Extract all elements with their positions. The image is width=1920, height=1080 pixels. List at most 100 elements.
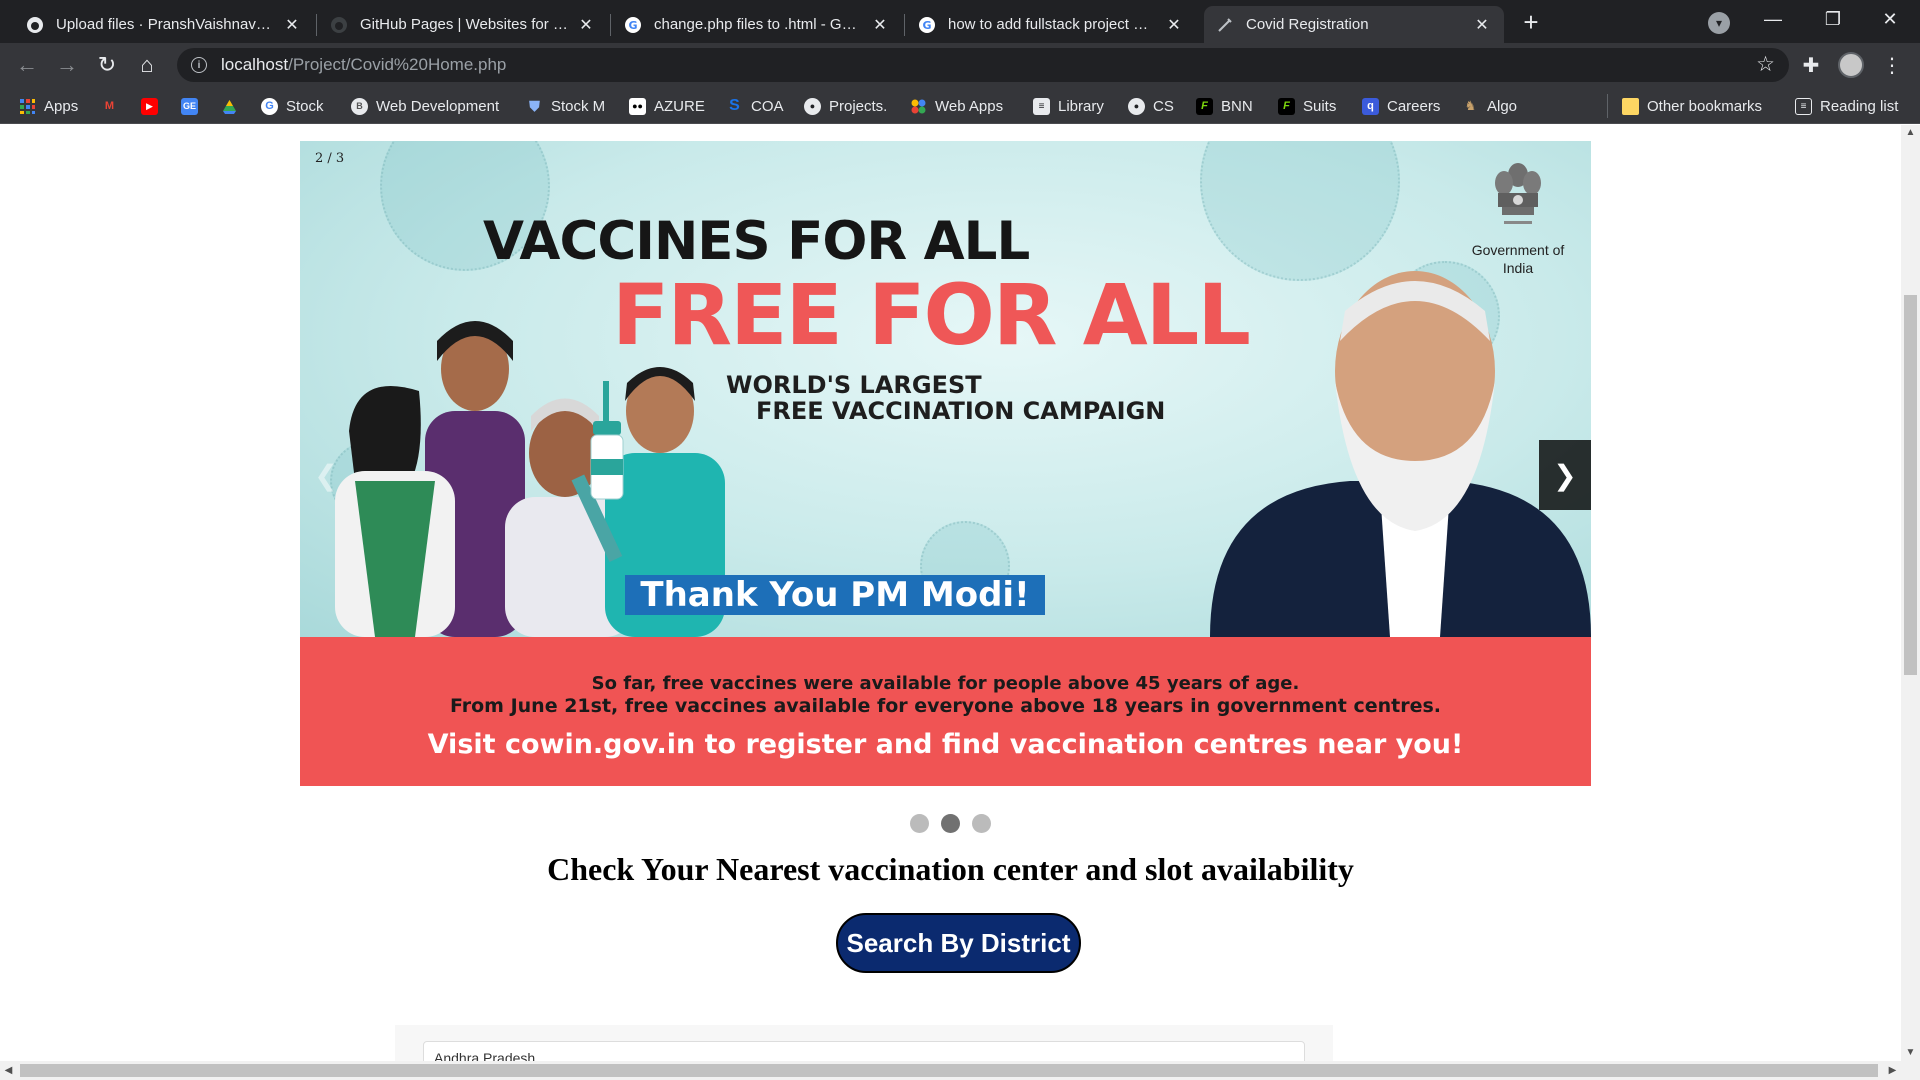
google-icon: G <box>624 16 642 34</box>
bookmark-label: Suits <box>1303 97 1337 115</box>
bookmark-drive[interactable] <box>221 95 246 117</box>
bookmark-web-apps[interactable]: Web Apps <box>910 95 1003 117</box>
address-url[interactable]: localhost/Project/Covid%20Home.php <box>221 55 506 75</box>
tab-covid-registration[interactable]: Covid Registration ✕ <box>1204 6 1504 43</box>
extensions-puzzle-icon[interactable]: ✚ <box>1799 53 1823 77</box>
thank-you-banner: Thank You PM Modi! <box>625 575 1045 615</box>
forward-button[interactable]: → <box>53 51 81 79</box>
bookmark-label: Library <box>1058 97 1104 115</box>
bookmark-suits[interactable]: F Suits <box>1278 95 1336 117</box>
algo-icon: ♞ <box>1464 98 1477 113</box>
close-window-button[interactable]: ✕ <box>1862 0 1918 38</box>
s-logo-icon: S <box>729 97 740 114</box>
bookmark-gmail[interactable]: M <box>101 95 126 117</box>
tab-title: Covid Registration <box>1246 16 1369 33</box>
f-logo-icon: F <box>1278 97 1295 115</box>
bookmark-label: Other bookmarks <box>1647 97 1763 115</box>
reload-button[interactable]: ↻ <box>93 51 121 79</box>
scroll-down-arrow-icon[interactable]: ▼ <box>1901 1045 1920 1061</box>
bookmark-azure[interactable]: ●● AZURE <box>629 95 705 117</box>
scroll-left-arrow-icon[interactable]: ◀ <box>0 1061 17 1080</box>
scroll-right-arrow-icon[interactable]: ▶ <box>1884 1061 1901 1080</box>
close-icon[interactable]: ✕ <box>1472 15 1492 35</box>
tab-change-php[interactable]: G change.php files to .html - Googl ✕ <box>612 6 902 43</box>
bookmark-stock-m[interactable]: ⛊ Stock M <box>526 95 605 117</box>
next-slide-button[interactable]: ❯ <box>1539 440 1591 510</box>
folder-icon <box>1622 97 1639 115</box>
bookmark-label: Careers <box>1387 97 1441 115</box>
vertical-scroll-thumb[interactable] <box>1904 295 1917 675</box>
bookmark-label: BNN <box>1221 97 1253 115</box>
tab-upload-files[interactable]: Upload files · PranshVaishnav/Co ✕ <box>14 6 314 43</box>
search-by-district-button[interactable]: Search By District <box>836 913 1081 973</box>
bookmark-projects[interactable]: ● Projects. <box>804 95 887 117</box>
slide-info-banner: So far, free vaccines were available for… <box>300 637 1591 786</box>
bookmark-apps[interactable]: Apps <box>19 95 78 117</box>
info-line-3: Visit cowin.gov.in to register and find … <box>427 729 1464 760</box>
bookmark-careers[interactable]: q Careers <box>1362 95 1440 117</box>
bookmark-label: Web Development <box>376 97 500 115</box>
github-icon: ● <box>1128 97 1145 115</box>
bookmark-star-icon[interactable]: ☆ <box>1756 52 1775 77</box>
close-icon[interactable]: ✕ <box>1164 15 1184 35</box>
national-emblem-icon <box>1495 163 1541 224</box>
horizontal-scroll-thumb[interactable] <box>20 1064 1878 1077</box>
slideshow: 2 / 3 VACCINES FOR ALL FREE FOR ALL WORL… <box>300 141 1591 786</box>
site-info-icon[interactable]: i <box>191 57 207 73</box>
profile-avatar[interactable] <box>1838 52 1864 78</box>
vaccine-vial-illustration <box>590 381 624 500</box>
menu-kebab-icon[interactable]: ⋮ <box>1880 53 1904 77</box>
tab-search-icon[interactable]: ▾ <box>1708 12 1730 34</box>
prev-slide-button[interactable]: ❮ <box>300 440 352 510</box>
horizontal-scrollbar[interactable]: ◀ ▶ <box>0 1061 1920 1080</box>
bookmark-coa[interactable]: S COA <box>726 95 784 117</box>
address-bar[interactable]: i localhost/Project/Covid%20Home.php ☆ <box>177 48 1789 82</box>
minimize-button[interactable]: — <box>1745 0 1801 38</box>
vertical-scrollbar[interactable]: ▲ ▼ <box>1901 125 1920 1061</box>
home-button[interactable]: ⌂ <box>133 51 161 79</box>
library-icon: ≡ <box>1033 97 1050 115</box>
slide-dot-2[interactable] <box>941 814 960 833</box>
bookmark-library[interactable]: ≡ Library <box>1033 95 1104 117</box>
bookmark-web-development[interactable]: B Web Development <box>351 95 499 117</box>
medium-icon: ●● <box>629 97 646 115</box>
bookmark-bnn[interactable]: F BNN <box>1196 95 1253 117</box>
tab-title: change.php files to .html - Googl <box>654 16 862 33</box>
google-icon: G <box>261 97 278 115</box>
govt-line-2: India <box>1502 260 1534 276</box>
bookmark-label: Projects. <box>829 97 888 115</box>
reading-list[interactable]: ≡ Reading list <box>1795 95 1898 117</box>
back-button[interactable]: ← <box>13 51 41 79</box>
bookmark-stock[interactable]: G Stock <box>261 95 324 117</box>
bookmark-youtube[interactable]: ▶ <box>141 95 166 117</box>
state-select[interactable]: Andhra Pradesh <box>423 1041 1305 1061</box>
tab-title: Upload files · PranshVaishnav/Co <box>56 16 274 33</box>
slide-dot-1[interactable] <box>909 814 929 833</box>
colored-dots-icon <box>910 98 927 115</box>
github-icon: ● <box>804 97 821 115</box>
bookmark-algo[interactable]: ♞ Algo <box>1462 95 1517 117</box>
bookmark-cs[interactable]: ● CS <box>1128 95 1174 117</box>
bookmark-other-bookmarks[interactable]: Other bookmarks <box>1622 95 1762 117</box>
search-form: Andhra Pradesh <box>395 1025 1333 1061</box>
reading-list-icon: ≡ <box>1795 97 1812 115</box>
restore-button[interactable]: ❐ <box>1805 0 1861 38</box>
scroll-up-arrow-icon[interactable]: ▲ <box>1901 125 1920 141</box>
close-icon[interactable]: ✕ <box>870 15 890 35</box>
slide-dot-3[interactable] <box>972 814 992 833</box>
tab-github-pages[interactable]: GitHub Pages | Websites for you ✕ <box>318 6 608 43</box>
pm-portrait-illustration <box>1210 271 1591 637</box>
bookmark-label: Apps <box>44 97 79 115</box>
tab-title: GitHub Pages | Websites for you <box>360 16 568 33</box>
new-tab-button[interactable]: + <box>1517 9 1545 37</box>
bookmark-label: CS <box>1153 97 1174 115</box>
close-icon[interactable]: ✕ <box>576 15 596 35</box>
bookmark-label: COA <box>751 97 784 115</box>
bookmark-slides[interactable]: GE <box>181 95 206 117</box>
close-icon[interactable]: ✕ <box>282 15 302 35</box>
gmail-icon: M <box>104 100 115 112</box>
page-icon <box>1216 16 1234 34</box>
info-line-1: So far, free vaccines were available for… <box>591 673 1300 694</box>
tab-fullstack[interactable]: G how to add fullstack project on g ✕ <box>906 6 1196 43</box>
bookmark-label: AZURE <box>654 97 705 115</box>
